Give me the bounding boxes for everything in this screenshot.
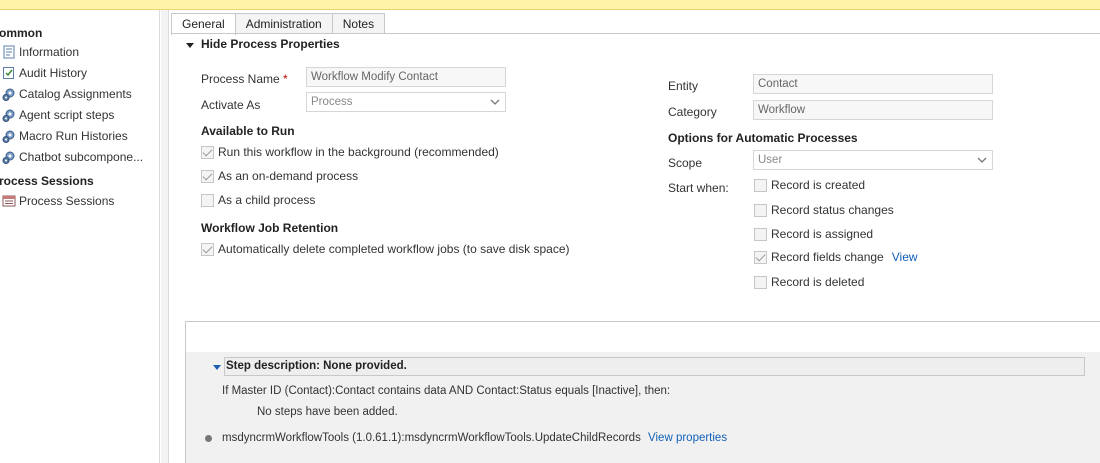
workflow-job-retention-heading: Workflow Job Retention <box>201 221 339 235</box>
gear-icon <box>2 129 16 143</box>
view-properties-link[interactable]: View properties <box>648 432 727 444</box>
record-deleted-label: Record is deleted <box>771 275 865 289</box>
scope-select[interactable]: User <box>753 150 993 170</box>
nav-item-label: Information <box>19 45 80 59</box>
record-fields-label: Record fields change <box>771 250 884 264</box>
gear-icon <box>2 87 16 101</box>
nav-item-label: Catalog Assignments <box>19 87 132 101</box>
record-status-row: Record status changes <box>754 203 894 217</box>
gear-icon <box>2 108 16 122</box>
scope-label: Scope <box>668 156 703 170</box>
record-deleted-row: Record is deleted <box>754 275 864 289</box>
record-deleted-checkbox[interactable] <box>754 275 767 289</box>
record-status-label: Record status changes <box>771 203 894 217</box>
nav-item-catalog-assignments[interactable]: Catalog Assignments <box>0 84 159 104</box>
entity-field[interactable]: Contact <box>753 74 993 94</box>
step-description[interactable]: Step description: None provided. <box>224 357 1085 376</box>
record-assigned-checkbox[interactable] <box>754 227 767 241</box>
collapse-step-icon[interactable] <box>213 365 221 370</box>
nav-section-process-sessions: rocess Sessions <box>0 174 94 188</box>
nav-item-agent-script-steps[interactable]: Agent script steps <box>0 105 159 125</box>
view-fields-link[interactable]: View <box>892 250 918 264</box>
category-field[interactable]: Workflow <box>753 100 993 120</box>
on-demand-checkbox[interactable] <box>201 169 214 183</box>
tab-administration[interactable]: Administration <box>234 13 333 34</box>
run-background-row: Run this workflow in the background (rec… <box>201 145 499 159</box>
tab-general[interactable]: General <box>171 13 236 35</box>
tab-divider <box>171 33 1100 34</box>
content-gutter <box>161 10 169 463</box>
nav-item-label: Macro Run Histories <box>19 129 128 143</box>
options-automatic-heading: Options for Automatic Processes <box>668 131 858 145</box>
hide-process-properties-toggle[interactable]: Hide Process Properties <box>186 37 340 51</box>
process-name-field[interactable]: Workflow Modify Contact <box>306 67 506 87</box>
activate-as-select[interactable]: Process <box>306 92 506 112</box>
scope-value: User <box>758 154 783 166</box>
record-created-row: Record is created <box>754 178 865 192</box>
nav-item-chatbot-subcomponents[interactable]: Chatbot subcompone... <box>0 147 159 167</box>
hide-process-properties-label: Hide Process Properties <box>201 37 340 51</box>
nav-item-process-sessions[interactable]: Process Sessions <box>0 191 159 211</box>
step-action-text[interactable]: msdyncrmWorkflowTools (1.0.61.1):msdyncr… <box>222 432 641 444</box>
activate-as-label: Activate As <box>201 98 261 112</box>
on-demand-label: As an on-demand process <box>218 169 359 183</box>
auto-delete-checkbox[interactable] <box>201 242 214 256</box>
audit-history-icon <box>2 66 16 80</box>
on-demand-row: As an on-demand process <box>201 169 358 183</box>
notification-banner <box>0 0 1100 10</box>
caret-down-icon <box>186 42 194 48</box>
left-navigation: ommon Information Audit History Catalog … <box>0 10 160 463</box>
record-fields-row: Record fields change View <box>754 250 918 264</box>
nav-item-information[interactable]: Information <box>0 42 159 62</box>
auto-delete-label: Automatically delete completed workflow … <box>218 242 570 256</box>
nav-item-label: Process Sessions <box>19 194 115 208</box>
nav-item-audit-history[interactable]: Audit History <box>0 63 159 83</box>
run-background-checkbox[interactable] <box>201 145 214 159</box>
gear-icon <box>2 150 16 164</box>
child-process-checkbox[interactable] <box>201 193 214 207</box>
chevron-down-icon <box>977 157 987 163</box>
record-fields-checkbox[interactable] <box>754 250 767 264</box>
nav-item-macro-run-histories[interactable]: Macro Run Histories <box>0 126 159 146</box>
category-label: Category <box>668 105 717 119</box>
record-assigned-label: Record is assigned <box>771 227 874 241</box>
chevron-down-icon <box>490 99 500 105</box>
start-when-label: Start when: <box>668 181 729 195</box>
nav-item-label: Chatbot subcompone... <box>19 150 144 164</box>
tab-notes[interactable]: Notes <box>331 13 386 34</box>
required-asterisk: * <box>283 72 288 86</box>
tab-strip: General Administration Notes <box>171 13 386 35</box>
process-name-label-text: Process Name <box>201 72 280 86</box>
info-page-icon <box>2 45 16 59</box>
bullet-icon <box>205 435 212 442</box>
nav-item-label: Agent script steps <box>19 108 115 122</box>
nav-section-common: ommon <box>0 26 43 40</box>
no-steps-message: No steps have been added. <box>257 406 398 418</box>
run-background-label: Run this workflow in the background (rec… <box>218 145 499 159</box>
available-to-run-heading: Available to Run <box>201 124 295 138</box>
child-process-label: As a child process <box>218 193 316 207</box>
entity-label: Entity <box>668 79 699 93</box>
activate-as-value: Process <box>311 96 353 108</box>
record-created-label: Record is created <box>771 178 866 192</box>
child-process-row: As a child process <box>201 193 315 207</box>
nav-item-label: Audit History <box>19 66 88 80</box>
step-condition[interactable]: If Master ID (Contact):Contact contains … <box>222 385 670 397</box>
auto-delete-row: Automatically delete completed workflow … <box>201 242 570 256</box>
record-status-checkbox[interactable] <box>754 203 767 217</box>
record-assigned-row: Record is assigned <box>754 227 873 241</box>
process-sessions-icon <box>2 194 16 208</box>
process-name-label: Process Name * <box>201 72 288 86</box>
step-action-row: msdyncrmWorkflowTools (1.0.61.1):msdyncr… <box>222 432 727 444</box>
record-created-checkbox[interactable] <box>754 178 767 192</box>
